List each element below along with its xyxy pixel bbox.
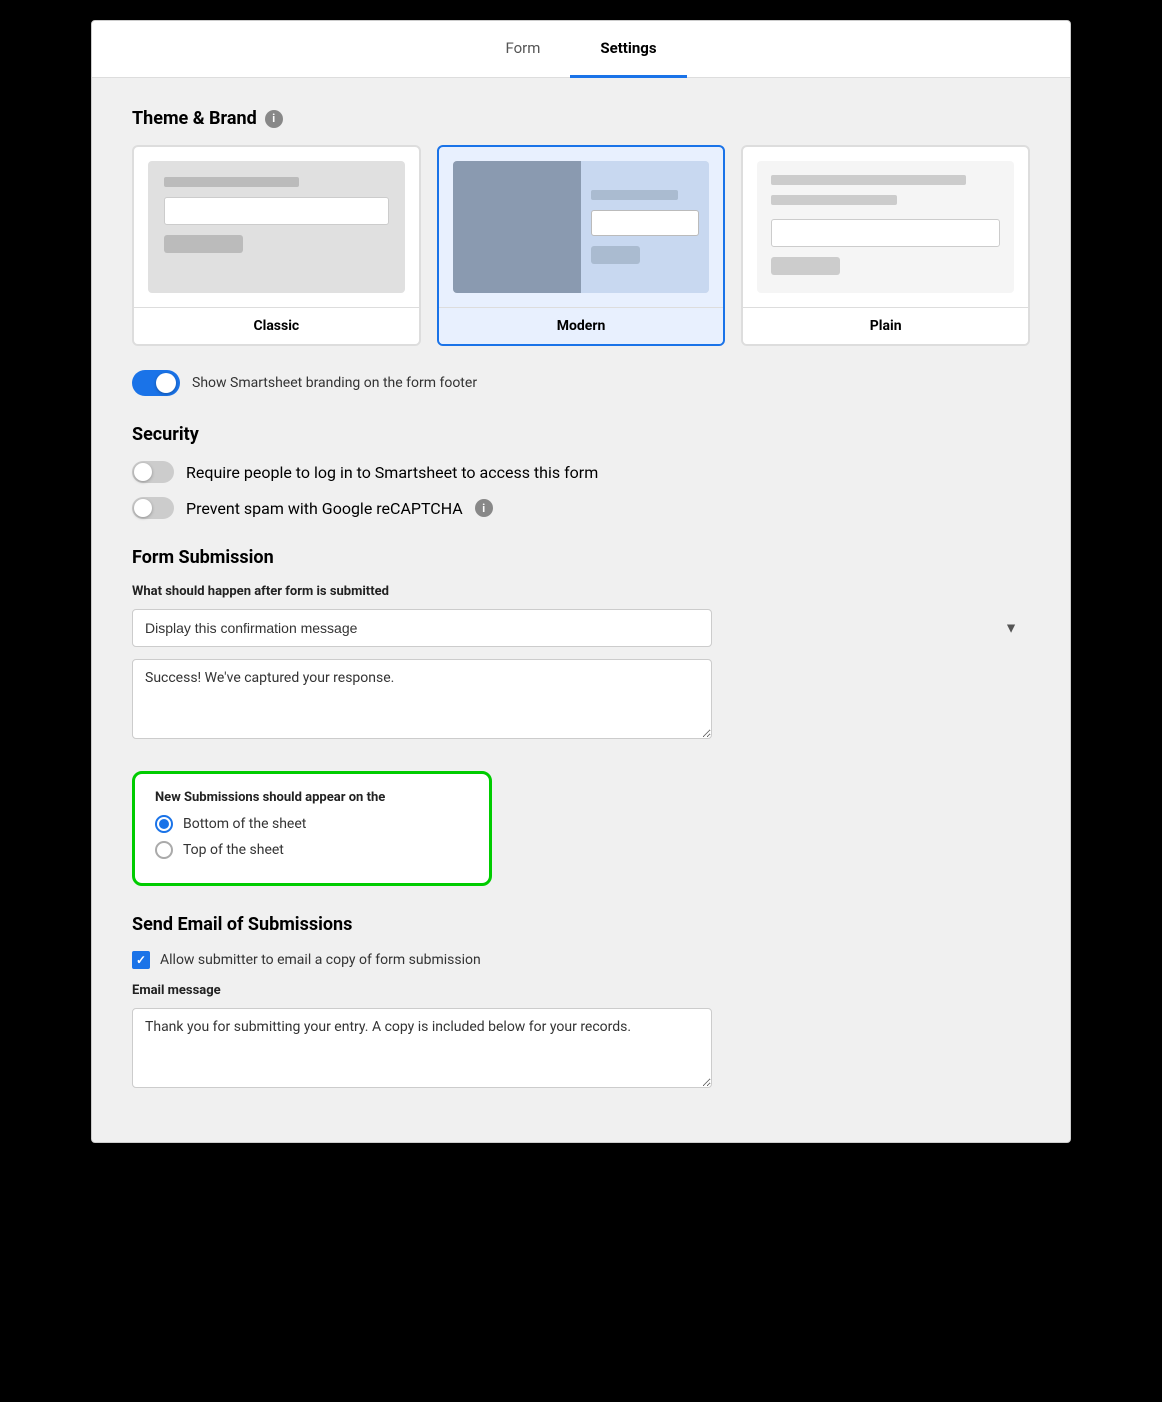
theme-brand-title: Theme & Brand (132, 108, 257, 129)
email-message-textarea[interactable] (132, 1008, 712, 1088)
theme-brand-info-icon[interactable]: i (265, 110, 283, 128)
new-submissions-title: New Submissions should appear on the (155, 790, 469, 805)
classic-preview (134, 147, 419, 307)
plain-input-mock (771, 219, 1000, 247)
modern-input-mock (591, 210, 699, 236)
form-submission-section: Form Submission What should happen after… (132, 547, 1030, 743)
radio-row-bottom: Bottom of the sheet (155, 815, 469, 833)
theme-card-modern[interactable]: Modern (437, 145, 726, 346)
new-submissions-box: New Submissions should appear on the Bot… (132, 771, 492, 886)
settings-content: Theme & Brand i Classic (92, 78, 1070, 1142)
modern-btn-mock (591, 246, 640, 264)
allow-submitter-checkbox[interactable]: ✓ (132, 951, 150, 969)
classic-bar (164, 177, 299, 187)
confirmation-message-textarea[interactable] (132, 659, 712, 739)
security-title: Security (132, 424, 1030, 445)
radio-btn-top[interactable] (155, 841, 173, 859)
after-submit-select[interactable]: Display this confirmation message (132, 609, 712, 647)
modern-right-panel (581, 161, 709, 293)
security-option-2: Prevent spam with Google reCAPTCHA i (132, 497, 1030, 519)
form-submission-title: Form Submission (132, 547, 1030, 568)
modern-preview-inner (453, 161, 710, 293)
branding-toggle-label: Show Smartsheet branding on the form foo… (192, 375, 477, 391)
allow-submitter-label: Allow submitter to email a copy of form … (160, 952, 481, 968)
allow-submitter-row: ✓ Allow submitter to email a copy of for… (132, 951, 1030, 969)
plain-preview-inner (757, 161, 1014, 293)
tab-bar: Form Settings (92, 21, 1070, 78)
recaptcha-info-icon[interactable]: i (475, 499, 493, 517)
modern-label: Modern (439, 307, 724, 344)
security-toggle-2[interactable] (132, 497, 174, 519)
theme-brand-section: Theme & Brand i (132, 108, 1030, 129)
plain-btn-mock (771, 257, 840, 275)
classic-btn-mock (164, 235, 243, 253)
security-option-2-label: Prevent spam with Google reCAPTCHA (186, 499, 463, 518)
plain-label: Plain (743, 307, 1028, 344)
radio-label-top: Top of the sheet (183, 842, 284, 858)
theme-card-classic[interactable]: Classic (132, 145, 421, 346)
modern-left-panel (453, 161, 581, 293)
after-submit-label: What should happen after form is submitt… (132, 584, 1030, 599)
branding-toggle-row: Show Smartsheet branding on the form foo… (132, 370, 1030, 396)
tab-settings[interactable]: Settings (570, 21, 686, 78)
security-section: Security Require people to log in to Sma… (132, 424, 1030, 519)
radio-btn-bottom[interactable] (155, 815, 173, 833)
modern-bar (591, 190, 678, 200)
classic-input-mock (164, 197, 389, 225)
theme-cards-container: Classic Modern (132, 145, 1030, 346)
radio-label-bottom: Bottom of the sheet (183, 816, 306, 832)
branding-toggle-knob (156, 373, 176, 393)
select-arrow-icon: ▼ (1004, 620, 1018, 637)
send-email-section: Send Email of Submissions ✓ Allow submit… (132, 914, 1030, 1092)
checkbox-check-icon: ✓ (136, 953, 146, 967)
plain-bar2 (771, 195, 897, 205)
modern-preview (439, 147, 724, 307)
tab-form[interactable]: Form (475, 21, 570, 78)
branding-toggle[interactable] (132, 370, 180, 396)
security-toggle-2-knob (134, 499, 152, 517)
plain-preview (743, 147, 1028, 307)
security-toggle-1[interactable] (132, 461, 174, 483)
security-option-1-label: Require people to log in to Smartsheet t… (186, 463, 598, 482)
send-email-title: Send Email of Submissions (132, 914, 1030, 935)
email-message-label: Email message (132, 983, 1030, 998)
theme-card-plain[interactable]: Plain (741, 145, 1030, 346)
classic-preview-inner (148, 161, 405, 293)
plain-bar1 (771, 175, 965, 185)
classic-label: Classic (134, 307, 419, 344)
radio-row-top: Top of the sheet (155, 841, 469, 859)
after-submit-select-wrapper: Display this confirmation message ▼ (132, 609, 1030, 647)
security-toggle-1-knob (134, 463, 152, 481)
security-option-1: Require people to log in to Smartsheet t… (132, 461, 1030, 483)
